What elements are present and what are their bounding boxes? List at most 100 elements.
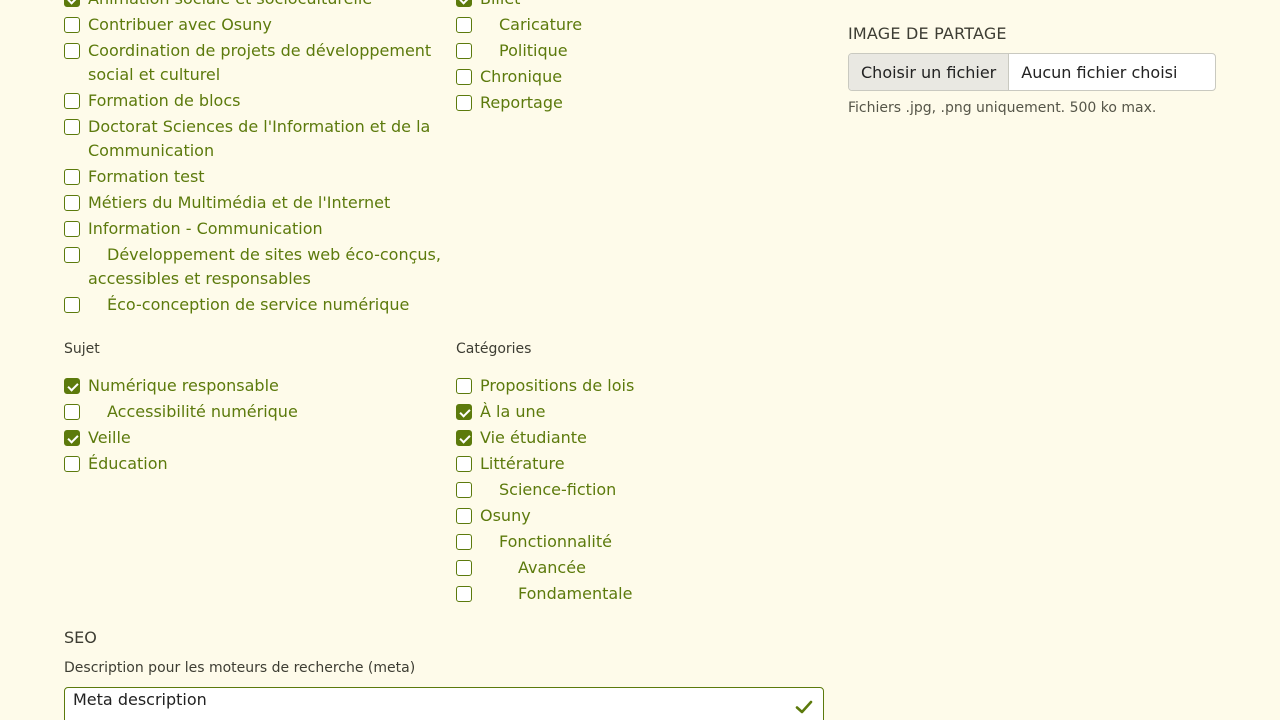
checkbox-checked[interactable] [64,0,80,7]
checkbox[interactable] [456,69,472,85]
checkbox-item-formation-test[interactable]: Formation test [64,165,444,189]
checkbox-item-coordination-de-projets-de-developpement-social-et-culturel[interactable]: Coordination de projets de développement… [64,39,444,87]
checkbox-item-avancee[interactable]: Avancée [456,556,816,580]
checkbox[interactable] [64,221,80,237]
checkbox-item-billet[interactable]: Billet [456,0,816,11]
checkbox-label: Veille [88,428,131,447]
checkbox-label: Fonctionnalité [499,532,612,551]
checkbox[interactable] [64,297,80,313]
checkbox-item-accessibilite-numerique[interactable]: Accessibilité numérique [64,400,444,424]
seo-title: SEO [64,628,97,647]
checkbox-label: Animation sociale et socioculturelle [88,0,444,11]
checkbox-item-animation-sociale-et-socioculturelle[interactable]: Animation sociale et socioculturelle [64,0,444,11]
checkbox-label: Contribuer avec Osuny [88,15,272,34]
checkbox-item-litterature[interactable]: Littérature [456,452,816,476]
checkbox-label: Coordination de projets de développement… [88,41,432,84]
checkbox-label: Vie étudiante [480,428,587,447]
checkbox-checked[interactable] [456,0,472,7]
checkbox-label: Reportage [480,93,563,112]
checkbox[interactable] [64,247,80,263]
checkbox-item-reportage[interactable]: Reportage [456,91,816,115]
checkbox[interactable] [64,195,80,211]
checkbox-item-fondamentale[interactable]: Fondamentale [456,582,816,606]
checkbox-item-propositions-de-lois[interactable]: Propositions de lois [456,374,816,398]
categories-label: Catégories [456,341,532,357]
checkbox[interactable] [456,43,472,59]
checkbox-label: Propositions de lois [480,376,635,395]
file-hint: Fichiers .jpg, .png uniquement. 500 ko m… [848,100,1157,116]
checkbox-item-education[interactable]: Éducation [64,452,444,476]
checkbox-label: Numérique responsable [88,376,279,395]
checkbox-label: À la une [480,402,546,421]
checkbox-item-fonctionnalite[interactable]: Fonctionnalité [456,530,816,554]
choose-file-button[interactable]: Choisir un fichier [849,54,1010,90]
share-image-title: IMAGE DE PARTAGE [848,24,1007,43]
meta-description-field[interactable]: Meta description [64,687,824,720]
checkbox-item-politique[interactable]: Politique [456,39,816,63]
checkbox[interactable] [456,508,472,524]
types-checkbox-group: Billet Caricature Politique Chronique Report… [456,0,816,117]
checkmark-icon [795,700,813,714]
checkbox[interactable] [456,456,472,472]
formations-checkbox-group: Animation sociale et socioculturelle Cont… [64,0,444,319]
meta-description-value: Meta description [73,690,207,709]
categories-group: Catégories Propositions de lois À la une V… [456,341,816,608]
checkbox-checked[interactable] [456,430,472,446]
checkbox[interactable] [64,17,80,33]
meta-description-label: Description pour les moteurs de recherch… [64,660,416,676]
checkbox-label: Osuny [480,506,531,525]
file-input[interactable]: Choisir un fichier Aucun fichier choisi [848,53,1216,91]
checkbox-item-eco-conception-de-service-numerique[interactable]: Éco-conception de service numérique [64,293,444,317]
share-image-panel: IMAGE DE PARTAGE Choisir un fichier Aucu… [848,24,1216,117]
checkbox[interactable] [456,95,472,111]
sujet-label: Sujet [64,341,100,357]
checkbox-item-doctorat-sciences-de-l-information-et-de-la-communication[interactable]: Doctorat Sciences de l'Information et de… [64,115,444,163]
categories-checkbox-list: Propositions de lois À la une Vie étudiant… [456,374,816,606]
checkbox-label: Fondamentale [518,584,633,603]
checkbox-label: Accessibilité numérique [107,402,298,421]
checkbox[interactable] [456,482,472,498]
checkbox-item-formation-de-blocs[interactable]: Formation de blocs [64,89,444,113]
checkbox[interactable] [64,93,80,109]
checkbox-label: Billet [480,0,816,11]
checkbox-label: Éco-conception de service numérique [107,295,410,314]
checkbox-item-vie-etudiante[interactable]: Vie étudiante [456,426,816,450]
checkbox[interactable] [456,378,472,394]
checkbox-item-metiers-du-multimedia-et-de-l-internet[interactable]: Métiers du Multimédia et de l'Internet [64,191,444,215]
checkbox-item-chronique[interactable]: Chronique [456,65,816,89]
checkbox-checked[interactable] [64,430,80,446]
checkbox-item-information-communication[interactable]: Information - Communication [64,217,444,241]
checkbox-label: Métiers du Multimédia et de l'Internet [88,193,391,212]
checkbox-label: Éducation [88,454,168,473]
checkbox-item-science-fiction[interactable]: Science-fiction [456,478,816,502]
sujet-group: Sujet Numérique responsable Accessibilité… [64,341,444,478]
checkbox[interactable] [456,534,472,550]
checkbox-checked[interactable] [456,404,472,420]
checkbox[interactable] [456,560,472,576]
checkbox[interactable] [456,586,472,602]
checkbox[interactable] [64,404,80,420]
checkbox-item-developpement-de-sites-web-eco-concus-accessibles-et-responsables[interactable]: Développement de sites web éco-conçus, a… [64,243,444,291]
sujet-checkbox-list: Numérique responsable Accessibilité numér… [64,374,444,476]
checkbox-label: Caricature [499,15,583,34]
checkbox-item-a-la-une[interactable]: À la une [456,400,816,424]
checkbox-item-veille[interactable]: Veille [64,426,444,450]
checkbox[interactable] [64,169,80,185]
checkbox[interactable] [456,17,472,33]
file-status: Aucun fichier choisi [1021,62,1178,82]
checkbox[interactable] [64,456,80,472]
checkbox-label: Politique [499,41,568,60]
checkbox[interactable] [64,119,80,135]
checkbox-item-caricature[interactable]: Caricature [456,13,816,37]
checkbox[interactable] [64,43,80,59]
checkbox-checked[interactable] [64,378,80,394]
seo-section: SEO Description pour les moteurs de rech… [64,628,824,720]
checkbox-item-numerique-responsable[interactable]: Numérique responsable [64,374,444,398]
checkbox-label: Avancée [518,558,586,577]
checkbox-label: Doctorat Sciences de l'Information et de… [88,117,431,160]
checkbox-label: Littérature [480,454,565,473]
checkbox-label: Formation test [88,167,205,186]
checkbox-item-osuny[interactable]: Osuny [456,504,816,528]
checkbox-label: Science-fiction [499,480,617,499]
checkbox-item-contribuer-avec-osuny[interactable]: Contribuer avec Osuny [64,13,444,37]
